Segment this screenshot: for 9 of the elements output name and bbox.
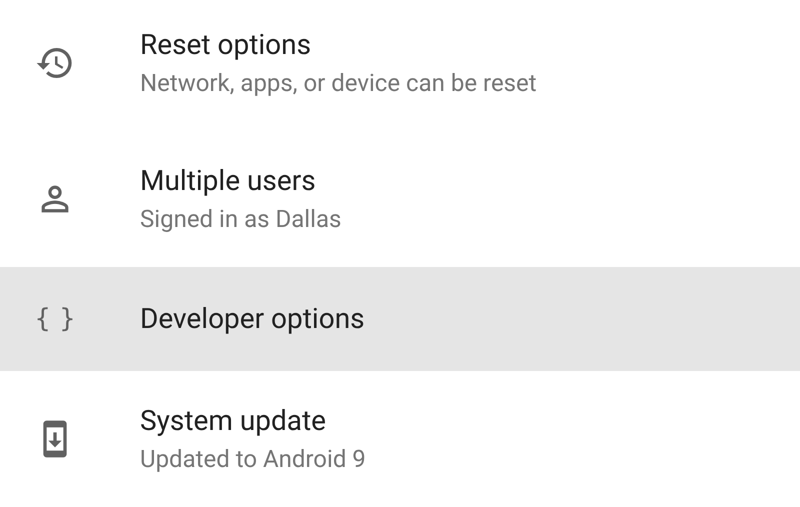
item-subtitle: Signed in as Dallas (140, 204, 342, 235)
item-title: System update (140, 403, 328, 439)
item-subtitle: Network, apps, or device can be reset (140, 68, 537, 99)
item-title: Reset options (140, 27, 312, 63)
settings-item[interactable]: { } Developer options (0, 267, 800, 371)
item-title: Multiple users (140, 163, 317, 199)
item-title: Developer options (140, 301, 365, 337)
item-subtitle: Updated to Android 9 (140, 444, 366, 475)
braces-icon: { } (34, 300, 76, 338)
